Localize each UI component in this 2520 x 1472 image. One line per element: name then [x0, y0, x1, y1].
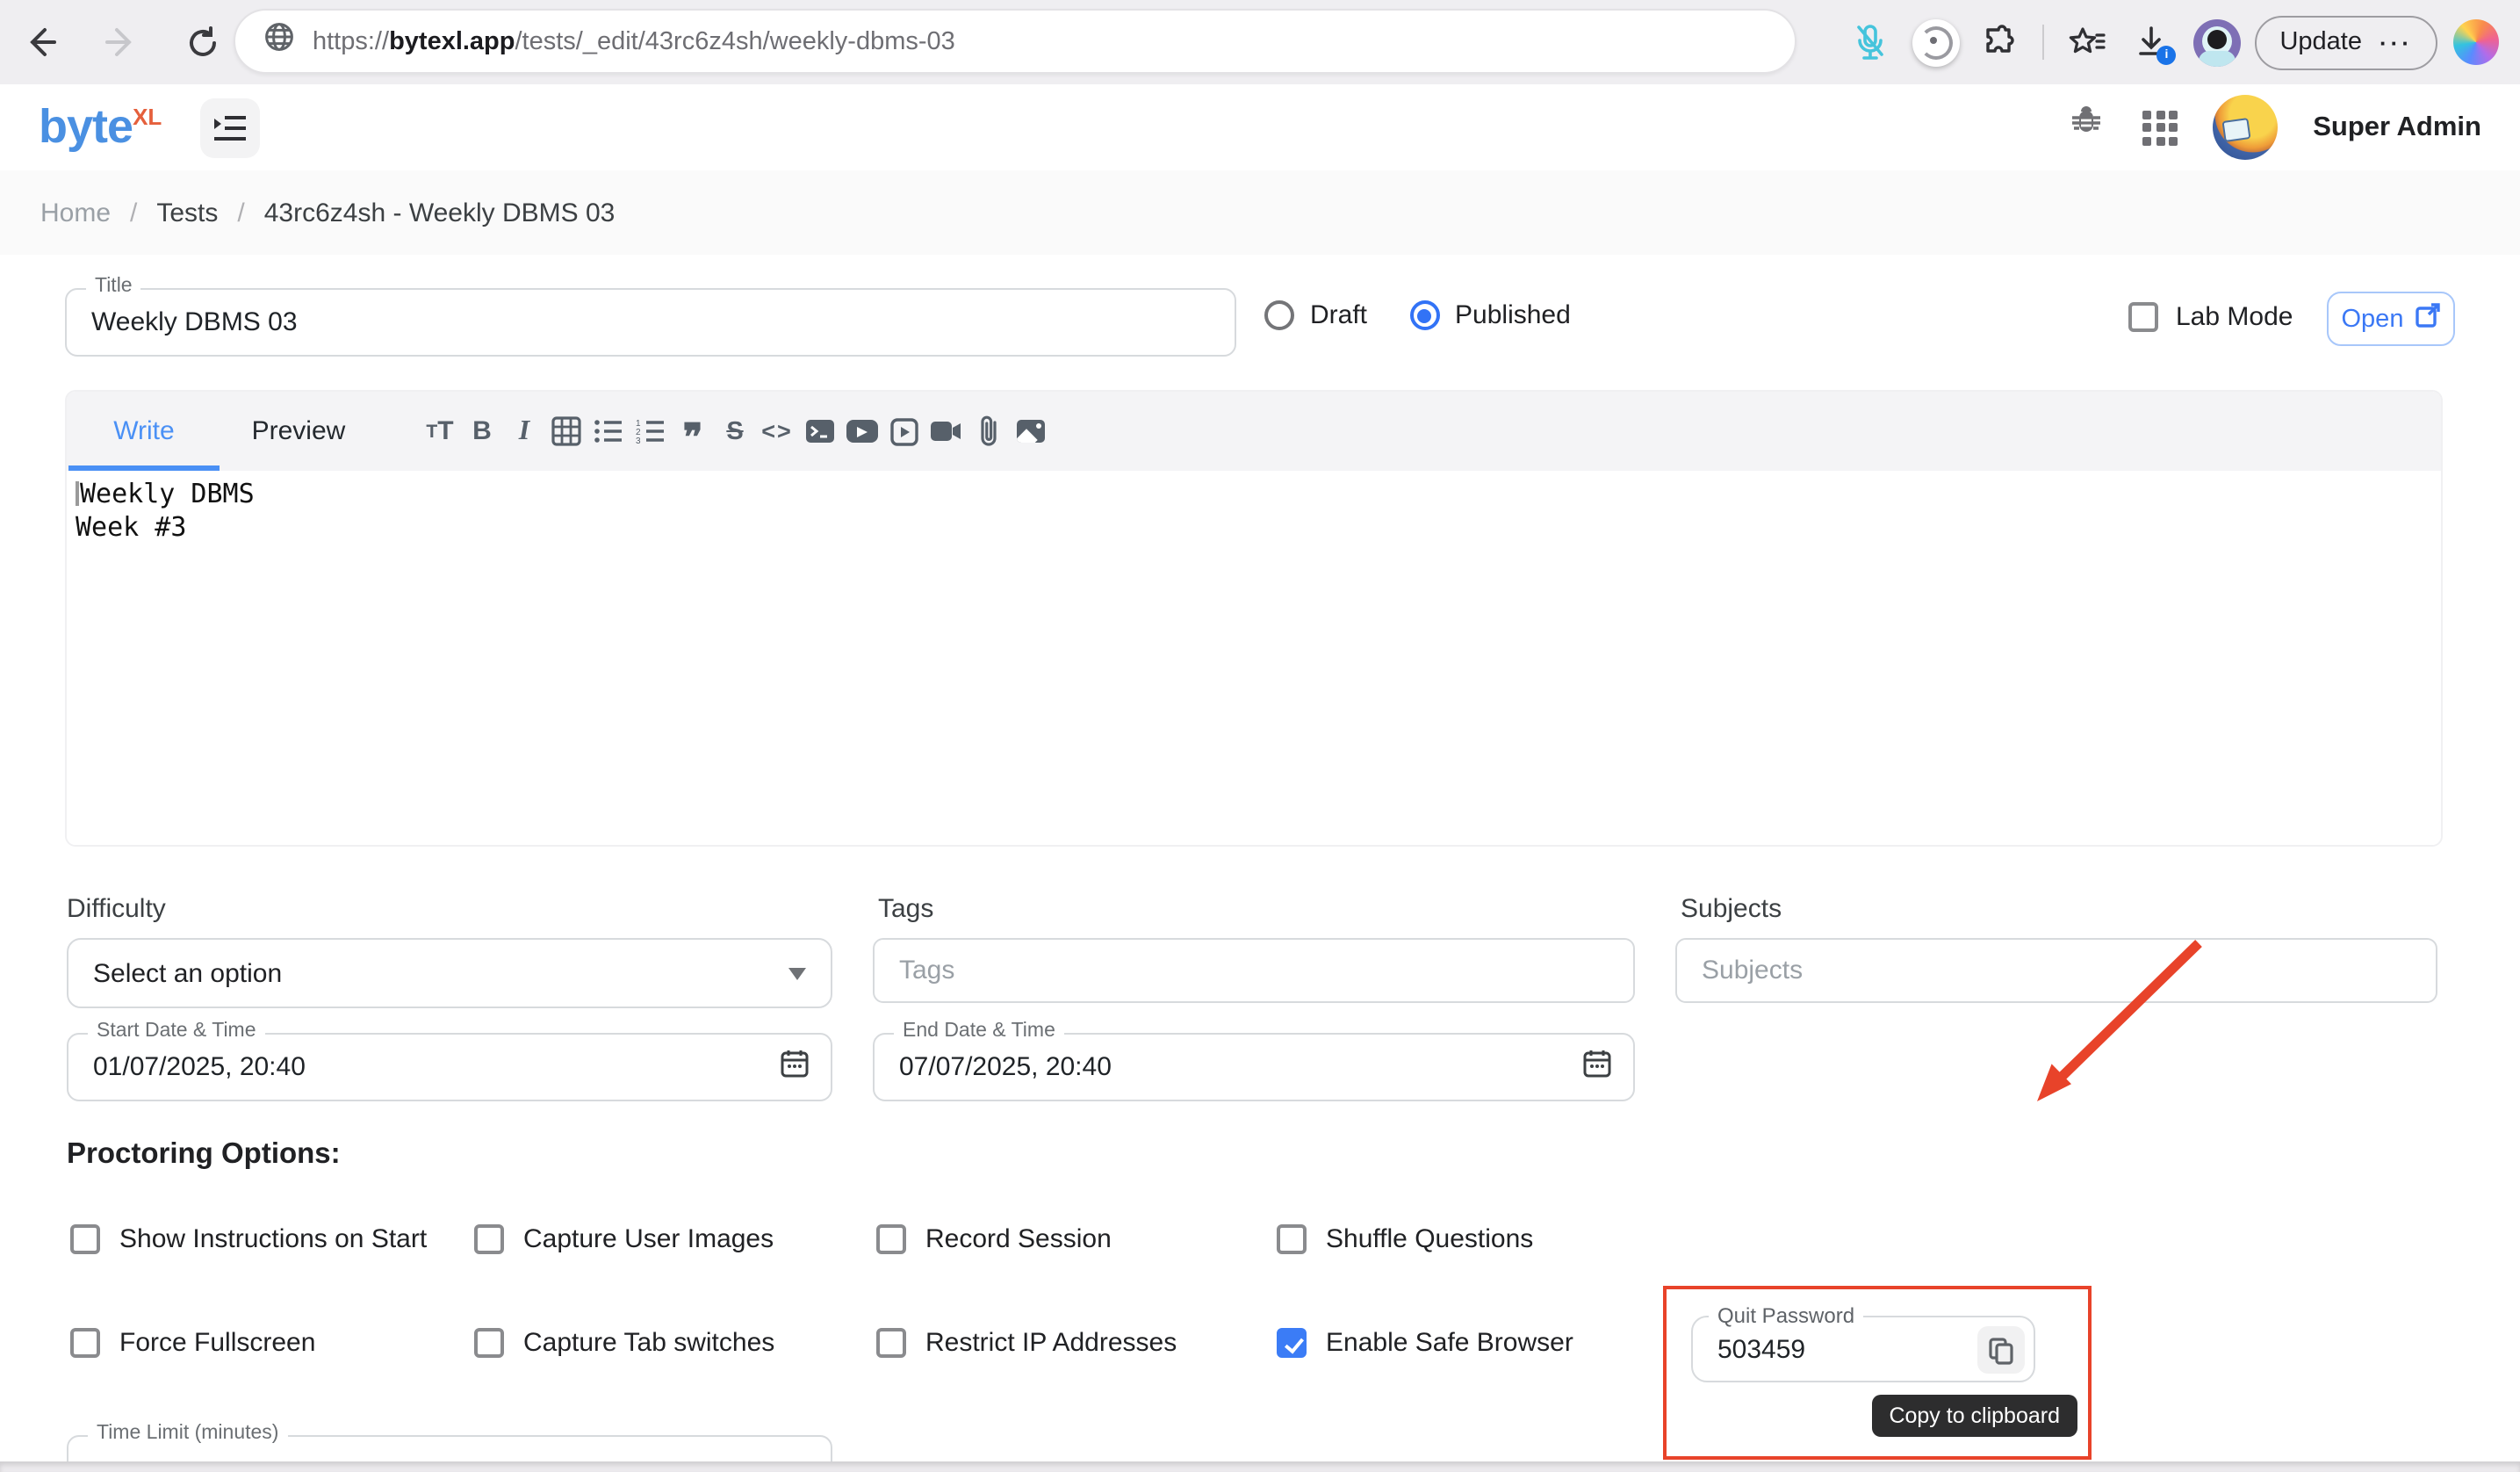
quote-icon[interactable]: ❞: [674, 405, 711, 458]
browser-actions: i Update ···: [1844, 0, 2502, 84]
globe-icon: [263, 21, 295, 61]
svg-text:3: 3: [636, 437, 641, 444]
checkbox-restrict-ip[interactable]: Restrict IP Addresses: [876, 1328, 1277, 1358]
difficulty-label: Difficulty: [67, 894, 166, 924]
bold-icon[interactable]: B: [464, 412, 500, 451]
update-button[interactable]: Update ···: [2255, 15, 2437, 69]
forward-icon[interactable]: [91, 12, 151, 72]
difficulty-select[interactable]: Select an option: [67, 938, 832, 1008]
apps-grid-icon[interactable]: [2142, 110, 2178, 145]
editor-textarea[interactable]: Weekly DBMS Week #3: [67, 471, 2441, 847]
more-menu-icon[interactable]: ···: [2380, 29, 2413, 55]
editor-toolbar: Write Preview TT B I 123 ❞: [67, 392, 2441, 471]
radio-draft-circle[interactable]: [1264, 300, 1294, 330]
terminal-icon[interactable]: [801, 412, 838, 451]
extensions-puzzle-icon[interactable]: [1974, 16, 2027, 69]
table-icon[interactable]: [548, 412, 585, 451]
url-text[interactable]: https://bytexl.app/tests/_edit/43rc6z4sh…: [313, 27, 955, 55]
end-date-input[interactable]: [875, 1035, 1633, 1100]
profile-avatar[interactable]: [2190, 16, 2243, 69]
copy-icon[interactable]: [1977, 1326, 2025, 1374]
downloads-icon[interactable]: i: [2125, 16, 2178, 69]
reload-icon[interactable]: [172, 12, 232, 72]
calendar-icon[interactable]: [1582, 1048, 1612, 1086]
attachment-icon[interactable]: [969, 412, 1006, 451]
tags-label: Tags: [878, 894, 933, 924]
description-editor: Write Preview TT B I 123 ❞: [65, 390, 2443, 847]
title-input[interactable]: [67, 290, 1235, 355]
copy-tooltip: Copy to clipboard: [1871, 1395, 2077, 1437]
active-tab-underline: [68, 465, 220, 471]
strikethrough-icon[interactable]: S: [716, 412, 753, 451]
checkbox-capture-user-images[interactable]: Capture User Images: [474, 1224, 876, 1254]
numbered-list-icon[interactable]: 123: [632, 412, 669, 451]
window-bottom-edge: [0, 1461, 2520, 1472]
status-radio-group: Draft Published: [1264, 300, 1571, 330]
start-date-field[interactable]: Start Date & Time: [67, 1033, 832, 1101]
browser-toolbar: https://bytexl.app/tests/_edit/43rc6z4sh…: [0, 0, 2520, 84]
favorites-star-icon[interactable]: [2060, 16, 2113, 69]
radio-published-circle[interactable]: [1409, 300, 1439, 330]
chevron-down-icon: [788, 967, 806, 979]
breadcrumb-tests[interactable]: Tests: [156, 198, 218, 227]
copilot-icon[interactable]: [2450, 16, 2502, 69]
tab-preview[interactable]: Preview: [221, 392, 376, 471]
update-label[interactable]: Update: [2279, 28, 2362, 56]
radio-draft[interactable]: Draft: [1264, 300, 1367, 330]
image-icon[interactable]: [1012, 412, 1048, 451]
youtube-icon[interactable]: [843, 412, 880, 451]
text-size-icon[interactable]: TT: [421, 412, 458, 451]
checkbox-record-session[interactable]: Record Session: [876, 1224, 1277, 1254]
checkbox-show-instructions[interactable]: Show Instructions on Start: [70, 1224, 474, 1254]
lab-mode-checkbox[interactable]: Lab Mode: [2128, 302, 2293, 332]
bug-report-icon[interactable]: [2065, 102, 2107, 153]
proctoring-heading: Proctoring Options:: [67, 1138, 341, 1172]
bytexl-logo[interactable]: byteXL: [39, 104, 162, 151]
tracking-prevention-icon[interactable]: [1909, 16, 1962, 69]
test-edit-form: Title Draft Published Lab Mode Open: [0, 255, 2520, 1472]
browser-window: https://bytexl.app/tests/_edit/43rc6z4sh…: [0, 0, 2520, 1472]
download-info-badge: i: [2156, 46, 2176, 65]
breadcrumb-current: 43rc6z4sh - Weekly DBMS 03: [264, 198, 616, 227]
code-icon[interactable]: <>: [759, 412, 796, 451]
breadcrumb: Home / Tests / 43rc6z4sh - Weekly DBMS 0…: [0, 170, 2520, 255]
back-icon[interactable]: [11, 12, 70, 72]
tab-write[interactable]: Write: [67, 392, 221, 471]
title-label: Title: [86, 276, 141, 297]
title-field[interactable]: Title: [65, 288, 1236, 357]
address-bar[interactable]: https://bytexl.app/tests/_edit/43rc6z4sh…: [234, 9, 1796, 74]
text-cursor: [76, 481, 78, 506]
open-button[interactable]: Open: [2327, 292, 2455, 346]
user-avatar[interactable]: [2213, 95, 2278, 160]
user-name[interactable]: Super Admin: [2313, 112, 2481, 143]
lab-mode-box[interactable]: [2128, 302, 2158, 332]
checkbox-shuffle-questions[interactable]: Shuffle Questions: [1277, 1224, 2450, 1254]
toolbar-divider: [2042, 25, 2044, 60]
video-play-icon[interactable]: [885, 412, 922, 451]
quit-password-annotation-box: Quit Password Copy to clipboard: [1663, 1286, 2092, 1460]
annotation-arrow: [2002, 922, 2230, 1124]
tags-input-wrap: [873, 938, 1635, 1003]
sidebar-toggle-icon[interactable]: [200, 97, 260, 157]
tags-input[interactable]: [875, 940, 1633, 1001]
quit-password-field[interactable]: Quit Password: [1691, 1316, 2035, 1382]
external-link-icon: [2414, 302, 2440, 336]
proctoring-row-2: Force Fullscreen Capture Tab switches Re…: [70, 1328, 2450, 1358]
checkbox-capture-tab-switches[interactable]: Capture Tab switches: [474, 1328, 876, 1358]
bullet-list-icon[interactable]: [590, 412, 627, 451]
proctoring-row-1: Show Instructions on Start Capture User …: [70, 1224, 2450, 1254]
checkbox-force-fullscreen[interactable]: Force Fullscreen: [70, 1328, 474, 1358]
breadcrumb-home[interactable]: Home: [40, 198, 111, 227]
calendar-icon[interactable]: [780, 1048, 810, 1086]
italic-icon[interactable]: I: [506, 412, 543, 451]
mic-muted-icon[interactable]: [1844, 16, 1897, 69]
app-header: byteXL Super Admin: [0, 84, 2520, 172]
end-date-field[interactable]: End Date & Time: [873, 1033, 1635, 1101]
radio-published[interactable]: Published: [1409, 300, 1571, 330]
video-camera-icon[interactable]: [927, 412, 964, 451]
start-date-input[interactable]: [68, 1035, 831, 1100]
subjects-label: Subjects: [1681, 894, 1782, 924]
